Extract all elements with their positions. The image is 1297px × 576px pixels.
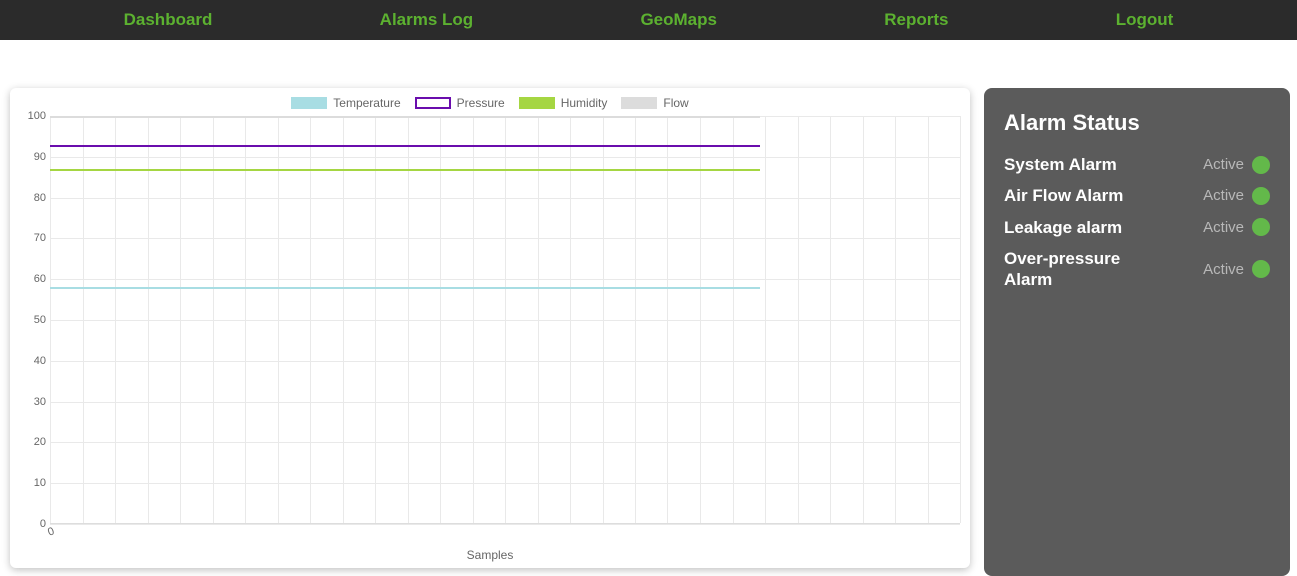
chart-gridline-v: [700, 116, 701, 523]
nav-logout[interactable]: Logout: [1116, 10, 1174, 30]
alarm-name: Leakage alarm: [1004, 217, 1122, 238]
chart-gridline-v: [213, 116, 214, 523]
alarm-status-text: Active: [1203, 187, 1244, 204]
chart-gridline-v: [733, 116, 734, 523]
chart-gridline-v: [863, 116, 864, 523]
chart-series-humidity: [50, 169, 760, 171]
legend-item-flow[interactable]: Flow: [621, 96, 688, 110]
chart-gridline-v: [148, 116, 149, 523]
alarm-status-text: Active: [1203, 219, 1244, 236]
chart-gridline-v: [473, 116, 474, 523]
legend-label-flow: Flow: [663, 96, 688, 110]
legend-swatch-humidity: [519, 97, 555, 109]
chart-gridline-v: [180, 116, 181, 523]
chart-gridline-v: [50, 116, 51, 523]
chart-gridline-v: [343, 116, 344, 523]
alarm-status-wrap: Active: [1203, 218, 1270, 236]
legend-item-temperature[interactable]: Temperature: [291, 96, 400, 110]
legend-label-humidity: Humidity: [561, 96, 608, 110]
chart-series-temperature: [50, 287, 760, 289]
chart-gridline-v: [505, 116, 506, 523]
alarm-status-wrap: Active: [1203, 156, 1270, 174]
alarm-name: Over-pressure Alarm: [1004, 248, 1134, 291]
alarm-row: Leakage alarm Active: [1004, 217, 1270, 238]
chart-ytick: 30: [22, 396, 46, 408]
alarm-status-wrap: Active: [1203, 260, 1270, 278]
chart-ytick: 70: [22, 232, 46, 244]
chart-gridline-v: [830, 116, 831, 523]
chart-gridline-v: [570, 116, 571, 523]
chart-gridline-v: [408, 116, 409, 523]
content-area: Temperature Pressure Humidity Flow 0 Sam…: [0, 40, 1297, 576]
chart-panel: Temperature Pressure Humidity Flow 0 Sam…: [10, 88, 970, 568]
alarm-status-wrap: Active: [1203, 187, 1270, 205]
chart-xaxis-label: Samples: [10, 548, 970, 562]
chart-ytick: 60: [22, 273, 46, 285]
status-dot-icon: [1252, 260, 1270, 278]
alarm-panel-title: Alarm Status: [1004, 110, 1270, 136]
chart-gridline-v: [310, 116, 311, 523]
status-dot-icon: [1252, 218, 1270, 236]
alarm-list: System AlarmActiveAir Flow AlarmActiveLe…: [1004, 154, 1270, 290]
chart-ytick: 100: [22, 110, 46, 122]
nav-geomaps[interactable]: GeoMaps: [640, 10, 717, 30]
status-dot-icon: [1252, 156, 1270, 174]
chart-gridline-v: [895, 116, 896, 523]
alarm-status-text: Active: [1203, 156, 1244, 173]
legend-swatch-flow: [621, 97, 657, 109]
chart-ytick: 20: [22, 436, 46, 448]
legend-label-temperature: Temperature: [333, 96, 400, 110]
chart-xtick-0: 0: [46, 525, 56, 538]
chart-gridline-v: [115, 116, 116, 523]
legend-item-humidity[interactable]: Humidity: [519, 96, 608, 110]
chart-ytick: 90: [22, 151, 46, 163]
chart-gridline-v: [440, 116, 441, 523]
chart-gridline-v: [245, 116, 246, 523]
alarm-status-text: Active: [1203, 261, 1244, 278]
top-nav: Dashboard Alarms Log GeoMaps Reports Log…: [0, 0, 1297, 40]
chart-ytick: 80: [22, 192, 46, 204]
status-dot-icon: [1252, 187, 1270, 205]
legend-item-pressure[interactable]: Pressure: [415, 96, 505, 110]
chart-legend: Temperature Pressure Humidity Flow: [20, 96, 960, 110]
chart-gridline-v: [960, 116, 961, 523]
chart-plot-area: [50, 116, 960, 524]
chart-gridline-v: [603, 116, 604, 523]
chart-series-flow: [50, 116, 760, 118]
alarm-name: Air Flow Alarm: [1004, 185, 1123, 206]
nav-alarms-log[interactable]: Alarms Log: [380, 10, 474, 30]
alarm-status-panel: Alarm Status System AlarmActiveAir Flow …: [984, 88, 1290, 576]
chart-gridline-v: [635, 116, 636, 523]
chart-ytick: 10: [22, 477, 46, 489]
alarm-name: System Alarm: [1004, 154, 1117, 175]
chart-series-pressure: [50, 145, 760, 147]
alarm-row: Over-pressure Alarm Active: [1004, 248, 1270, 291]
chart-gridline-v: [83, 116, 84, 523]
chart-ytick: 40: [22, 355, 46, 367]
chart-gridline-v: [375, 116, 376, 523]
nav-reports[interactable]: Reports: [884, 10, 948, 30]
chart-gridline-v: [538, 116, 539, 523]
legend-swatch-temperature: [291, 97, 327, 109]
nav-dashboard[interactable]: Dashboard: [124, 10, 213, 30]
chart-ytick: 0: [22, 518, 46, 530]
chart-gridline-h: [50, 524, 960, 525]
chart-ytick: 50: [22, 314, 46, 326]
legend-label-pressure: Pressure: [457, 96, 505, 110]
chart-gridline-v: [928, 116, 929, 523]
legend-swatch-pressure: [415, 97, 451, 109]
chart-gridline-v: [765, 116, 766, 523]
alarm-row: System Alarm Active: [1004, 154, 1270, 175]
chart-gridline-v: [798, 116, 799, 523]
alarm-row: Air Flow Alarm Active: [1004, 185, 1270, 206]
chart-gridline-v: [278, 116, 279, 523]
chart-gridline-v: [667, 116, 668, 523]
